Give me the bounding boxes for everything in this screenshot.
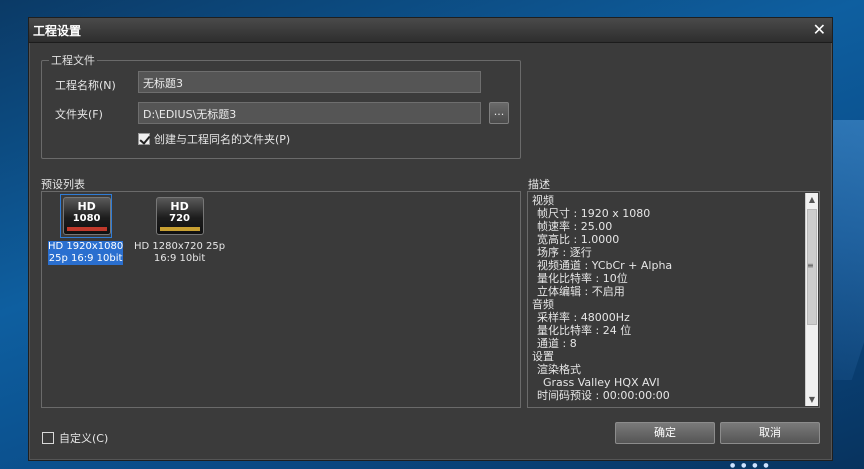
project-settings-dialog: 工程设置 ✕ 工程文件 工程名称(N) 无标题3 文件夹(F) D:\EDIUS… [28, 17, 833, 461]
custom-label: 自定义(C) [59, 432, 109, 445]
create-folder-option[interactable]: 创建与工程同名的文件夹(P) [138, 131, 290, 147]
close-icon[interactable]: ✕ [813, 22, 826, 38]
custom-option[interactable]: 自定义(C) [42, 430, 108, 446]
project-file-group-label: 工程文件 [49, 52, 97, 68]
project-name-input[interactable]: 无标题3 [138, 71, 481, 93]
description-line: 视频 [532, 194, 554, 207]
icon-color-bar [159, 227, 200, 231]
description-line: 时间码预设 : 00:00:00:00 [537, 389, 670, 402]
description-list: 视频 帧尺寸 : 1920 x 1080 帧速率 : 25.00 宽高比 : 1.00… [532, 194, 672, 402]
scroll-grip-icon: ≡ [807, 261, 814, 270]
description-scrollbar[interactable]: ▲ ≡ ▼ [805, 193, 818, 406]
description-line: 设置 [532, 350, 554, 363]
browse-folder-button[interactable]: ... [489, 102, 509, 124]
icon-hd-text: HD [77, 200, 96, 213]
description-line: 宽高比 : 1.0000 [537, 233, 620, 246]
ok-button[interactable]: 确定 [615, 422, 715, 444]
folder-input[interactable]: D:\EDIUS\无标题3 [138, 102, 481, 124]
description-line: 场序 : 逐行 [537, 246, 592, 259]
dialog-titlebar[interactable]: 工程设置 ✕ [29, 18, 832, 43]
taskbar-indicator: ● ● ● ● [730, 462, 771, 469]
icon-hd-text: HD [170, 200, 189, 213]
preset-caption-line2: 16:9 10bit [153, 253, 206, 264]
description-line: 采样率 : 48000Hz [537, 311, 630, 324]
preset-caption: HD 1920x1080 25p 16:9 10bit [48, 241, 124, 265]
icon-resolution-text: 1080 [72, 213, 101, 224]
description-line: 渲染格式 [537, 363, 581, 376]
custom-checkbox[interactable] [42, 432, 54, 444]
description-line: 视频通道 : YCbCr + Alpha [537, 259, 673, 272]
preset-caption: HD 1280x720 25p 16:9 10bit [134, 241, 225, 265]
scroll-down-icon[interactable]: ▼ [806, 393, 818, 406]
preset-caption-line1: HD 1920x1080 [48, 241, 124, 252]
preset-caption-line1: HD 1280x720 25p [134, 241, 226, 252]
preset-caption-line2: 25p 16:9 10bit [48, 253, 123, 264]
preset-item-hd-720[interactable]: HD 720 HD 1280x720 25p 16:9 10bit [134, 197, 225, 265]
description-label: 描述 [528, 178, 550, 191]
project-name-label: 工程名称(N) [55, 79, 116, 92]
create-folder-label: 创建与工程同名的文件夹(P) [154, 133, 291, 146]
hd-1080-icon: HD 1080 [62, 197, 111, 235]
preset-icon-frame: HD 1080 [59, 194, 112, 238]
preset-list-label: 预设列表 [41, 178, 85, 191]
description-line: 通道 : 8 [537, 337, 577, 350]
description-line: 音频 [532, 298, 554, 311]
description-panel[interactable]: 视频 帧尺寸 : 1920 x 1080 帧速率 : 25.00 宽高比 : 1.00… [527, 191, 820, 408]
dialog-title: 工程设置 [33, 23, 82, 38]
create-folder-checkbox[interactable] [138, 133, 150, 145]
preset-list-panel: HD 1080 HD 1920x1080 25p 16:9 10bit HD 72… [41, 191, 521, 408]
description-line: 立体编辑 : 不启用 [537, 285, 625, 298]
folder-label: 文件夹(F) [55, 108, 103, 121]
preset-item-hd-1080[interactable]: HD 1080 HD 1920x1080 25p 16:9 10bit [48, 194, 124, 265]
cancel-button[interactable]: 取消 [720, 422, 820, 444]
hd-720-icon: HD 720 [155, 197, 204, 235]
description-line: 量化比特率 : 24 位 [537, 324, 632, 337]
description-line: 帧尺寸 : 1920 x 1080 [537, 207, 651, 220]
icon-resolution-text: 720 [169, 213, 190, 224]
scroll-up-icon[interactable]: ▲ [806, 193, 818, 206]
description-line: 量化比特率 : 10位 [537, 272, 628, 285]
description-line: Grass Valley HQX AVI [543, 376, 660, 389]
icon-color-bar [66, 227, 107, 231]
description-line: 帧速率 : 25.00 [537, 220, 613, 233]
